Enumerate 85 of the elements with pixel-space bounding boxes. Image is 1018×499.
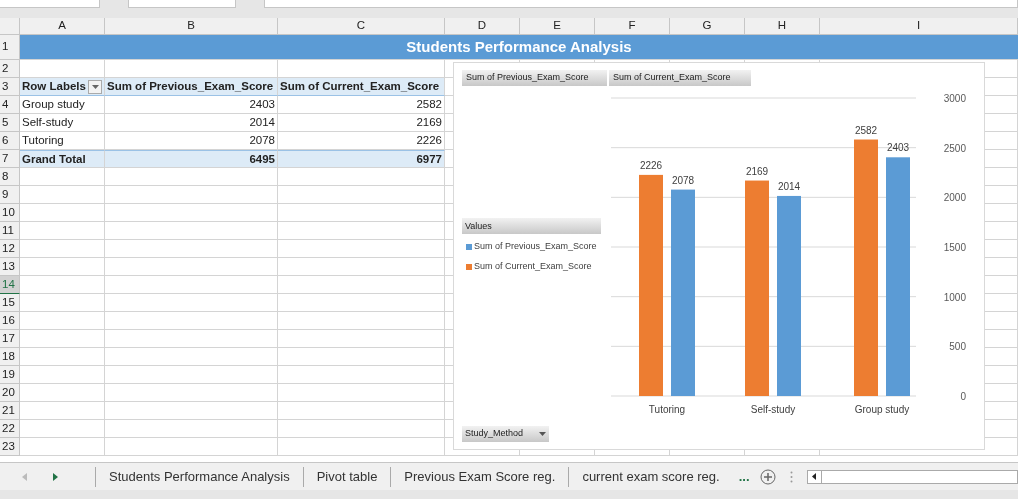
caret-icon [539,432,546,436]
row-header[interactable]: 5 [0,114,20,132]
splitter-icon[interactable] [789,470,793,483]
table-cell: 2403 [105,96,278,114]
axis-tick-label: 1000 [943,291,966,303]
row-header[interactable]: 23 [0,438,20,456]
row-header[interactable]: 19 [0,366,20,384]
row-header[interactable]: 22 [0,420,20,438]
legend-label: Sum of Current_Exam_Score [474,259,592,273]
row-header[interactable]: 13 [0,258,20,276]
scroll-left-icon[interactable] [812,473,816,480]
column-header[interactable]: H [745,18,820,35]
caret-icon [91,84,99,89]
table-cell: Group study [20,96,105,114]
column-header[interactable]: A [20,18,105,35]
scroll-right-icon[interactable] [53,472,58,481]
column-header[interactable]: I [820,18,1018,35]
table-cell-text: Row Labels [22,79,86,94]
table-cell: Grand Total [20,150,105,168]
data-label: 2078 [671,174,695,186]
table-cell: 6977 [278,150,445,168]
table-cell: Self-study [20,114,105,132]
table-cell: 6495 [105,150,278,168]
row-header[interactable]: 2 [0,60,20,78]
legend-title: Values [462,218,601,234]
data-label: 2226 [639,159,663,171]
row-header[interactable]: 6 [0,132,20,150]
pivot-chart[interactable] [453,62,985,450]
row-header[interactable]: 4 [0,96,20,114]
row-header[interactable]: 11 [0,222,20,240]
formula-field[interactable] [264,0,1018,8]
column-header[interactable]: D [445,18,520,35]
column-header[interactable]: B [105,18,278,35]
row-header[interactable]: 18 [0,348,20,366]
table-cell: 2582 [278,96,445,114]
axis-tick-label: 1500 [943,242,966,253]
field-button[interactable]: Sum of Current_Exam_Score [609,70,751,86]
horizontal-scrollbar[interactable] [806,469,1018,484]
row-header[interactable]: 21 [0,402,20,420]
axis-tick-label: 2500 [943,142,966,154]
data-label: 2169 [745,165,769,177]
axis-tick-label: 2000 [943,192,966,204]
category-label: Group study [854,404,910,415]
axis-field-button[interactable]: Study_Method [462,426,549,442]
table-cell: 2014 [105,114,278,132]
sheet-tab[interactable]: current exam score reg. [568,466,733,487]
category-label: Tutoring [648,404,686,415]
row-header[interactable]: 14 [0,276,20,294]
add-sheet-icon[interactable] [759,468,776,485]
category-label: Self-study [750,404,796,415]
more-tabs-button[interactable]: ... [738,466,750,487]
row-header[interactable]: 7 [0,150,20,168]
axis-tick-label: 3000 [943,93,966,104]
filter-dropdown-button[interactable] [88,79,102,94]
column-header[interactable]: E [520,18,595,35]
data-label: 2014 [777,180,801,192]
axis-tick-label: 0 [960,391,966,402]
title-banner: Students Performance Analysis [20,35,1018,60]
row-header[interactable]: 9 [0,186,20,204]
row-header[interactable]: 17 [0,330,20,348]
column-header[interactable]: G [670,18,745,35]
table-cell: Sum of Previous_Exam_Score [105,78,278,96]
field-button[interactable]: Sum of Previous_Exam_Score [462,70,607,86]
row-header[interactable]: 10 [0,204,20,222]
function-box[interactable] [128,0,236,8]
table-cell: 2169 [278,114,445,132]
table-cell: Sum of Current_Exam_Score [278,78,445,96]
legend-label: Sum of Previous_Exam_Score [474,239,597,253]
sheet-tab[interactable]: Previous Exam Score reg. [390,466,569,487]
axis-tick-label: 500 [949,341,966,353]
data-label: 2582 [854,124,878,136]
column-header[interactable]: F [595,18,670,35]
sheet-tab[interactable]: Students Performance Analysis [95,466,303,487]
name-box[interactable] [0,0,100,8]
row-header[interactable]: 20 [0,384,20,402]
sheet-tab[interactable]: Pivot table [302,466,391,487]
row-header[interactable]: 3 [0,78,20,96]
row-header[interactable]: 15 [0,294,20,312]
row-header[interactable]: 12 [0,240,20,258]
row-header[interactable]: 8 [0,168,20,186]
select-all-corner[interactable] [0,18,20,35]
row-header[interactable]: 16 [0,312,20,330]
data-label: 2403 [886,142,910,154]
row-header[interactable]: 1 [0,35,20,60]
column-header[interactable]: C [278,18,445,35]
